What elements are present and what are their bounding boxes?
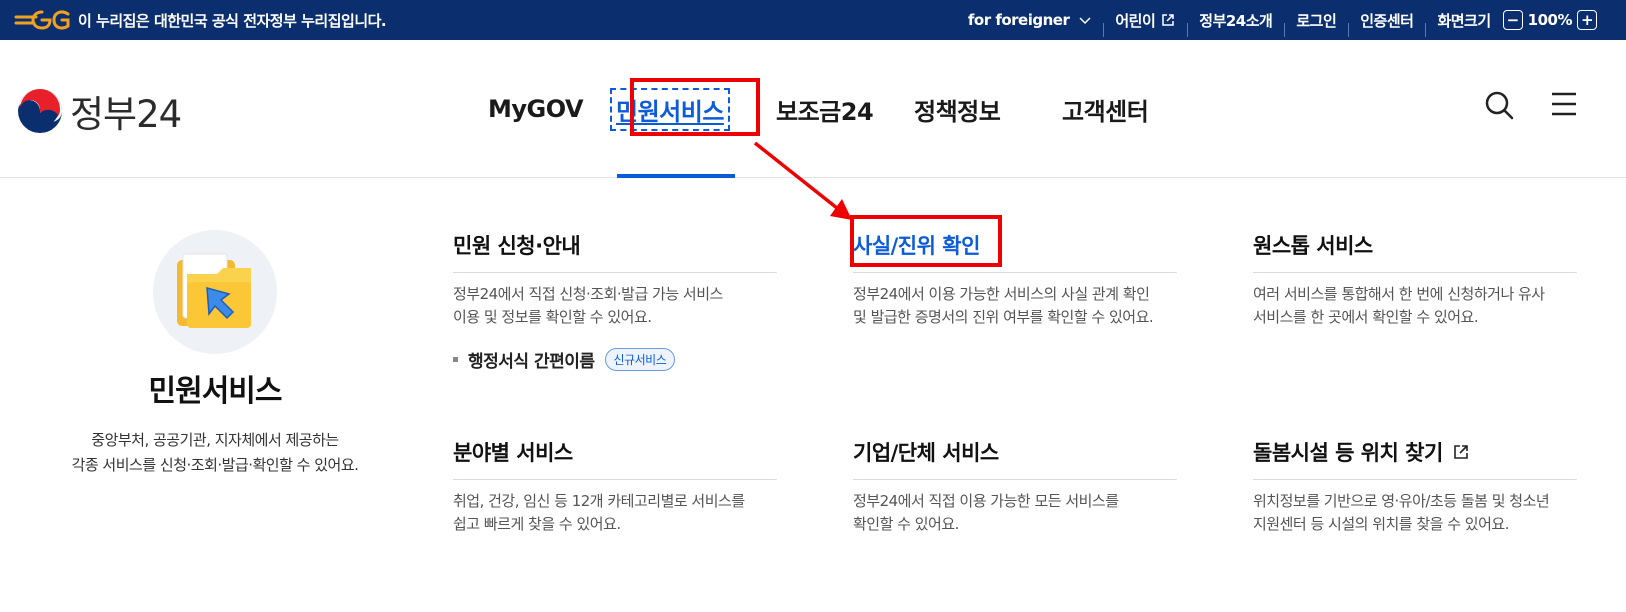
service-corp-title[interactable]: 기업/단체 서비스	[853, 437, 1177, 480]
service-onestop-desc-line2: 서비스를 한 곳에서 확인할 수 있어요.	[1253, 308, 1479, 326]
login-link[interactable]: 로그인	[1284, 10, 1348, 37]
search-icon[interactable]	[1484, 90, 1514, 120]
service-corp-desc-line2: 확인할 수 있어요.	[853, 515, 959, 533]
service-verify-desc: 정부24에서 이용 가능한 서비스의 사실 관계 확인 및 발급한 증명서의 진…	[853, 283, 1177, 329]
about-link[interactable]: 정부24소개	[1187, 10, 1284, 37]
hamburger-menu-icon[interactable]	[1550, 90, 1578, 118]
folder-cursor-illustration	[153, 230, 277, 354]
service-verify-title[interactable]: 사실/진위 확인	[853, 230, 1177, 273]
folder-icon	[177, 253, 251, 328]
service-field-desc-line1: 취업, 건강, 임신 등 12개 카테고리별로 서비스를	[453, 492, 745, 510]
screen-size-label: 화면크기	[1437, 11, 1491, 30]
for-foreigner-label: for foreigner	[967, 11, 1070, 29]
intro-desc-line2: 각종 서비스를 신청·조회·발급·확인할 수 있어요.	[71, 456, 359, 474]
annotation-arrow-icon	[753, 141, 852, 220]
service-corp: 기업/단체 서비스 정부24에서 직접 이용 가능한 모든 서비스를 확인할 수…	[853, 437, 1177, 536]
about-label: 정부24소개	[1199, 11, 1273, 30]
cert-center-link[interactable]: 인증센터	[1348, 10, 1425, 37]
external-link-icon	[1454, 445, 1468, 459]
civil-service-intro: 민원서비스 중앙부처, 공공기관, 지자체에서 제공하는 각종 서비스를 신청·…	[30, 230, 400, 478]
service-verify-desc-line1: 정부24에서 이용 가능한 서비스의 사실 관계 확인	[853, 285, 1150, 303]
service-care-desc-line1: 위치정보를 기반으로 영·유아/초등 돌봄 및 청소년	[1253, 492, 1550, 510]
service-verify-desc-line2: 및 발급한 증명서의 진위 여부를 확인할 수 있어요.	[853, 308, 1154, 326]
nav-mygov-label: MyGOV	[488, 95, 584, 123]
service-care-title[interactable]: 돌봄시설 등 위치 찾기	[1253, 437, 1577, 480]
for-foreigner-dropdown[interactable]: for foreigner	[956, 11, 1103, 29]
login-label: 로그인	[1296, 11, 1337, 30]
nav-subsidy24-label: 보조금24	[776, 97, 874, 126]
service-onestop-desc-line1: 여러 서비스를 통합해서 한 번에 신청하거나 유사	[1253, 285, 1545, 303]
new-service-badge: 신규서비스	[604, 348, 676, 371]
egov-logo-icon	[14, 10, 70, 30]
nav-policy-info-label: 정책정보	[914, 97, 1001, 126]
nav-customer-center-label: 고객센터	[1062, 97, 1149, 126]
service-care-desc: 위치정보를 기반으로 영·유아/초등 돌봄 및 청소년 지원센터 등 시설의 위…	[1253, 490, 1577, 536]
service-apply-desc: 정부24에서 직접 신청·조회·발급 가능 서비스 이용 및 정보를 확인할 수…	[453, 283, 777, 329]
service-corp-desc-line1: 정부24에서 직접 이용 가능한 모든 서비스를	[853, 492, 1119, 510]
nav-mygov[interactable]: MyGOV	[480, 40, 606, 178]
zoom-value: 100%	[1527, 11, 1573, 29]
service-care: 돌봄시설 등 위치 찾기 위치정보를 기반으로 영·유아/초등 돌봄 및 청소년…	[1253, 437, 1577, 536]
admin-form-label: 행정서식 간편이름	[468, 352, 595, 372]
kids-link[interactable]: 어린이	[1103, 10, 1187, 37]
service-care-desc-line2: 지원센터 등 시설의 위치를 찾을 수 있어요.	[1253, 515, 1509, 533]
gov-notice: 이 누리집은 대한민국 공식 전자정부 누리집입니다.	[78, 11, 387, 30]
zoom-in-button[interactable]: +	[1577, 10, 1597, 30]
external-link-icon	[1162, 14, 1175, 26]
service-apply: 민원 신청·안내 정부24에서 직접 신청·조회·발급 가능 서비스 이용 및 …	[453, 230, 777, 372]
service-field-desc-line2: 쉽고 빠르게 찾을 수 있어요.	[453, 515, 621, 533]
service-apply-title[interactable]: 민원 신청·안내	[453, 230, 777, 273]
annotation-nav-highlight	[630, 78, 760, 136]
cert-center-label: 인증센터	[1360, 11, 1414, 30]
logo-text: 정부24	[70, 93, 182, 136]
service-care-title-label: 돌봄시설 등 위치 찾기	[1253, 441, 1443, 465]
zoom-out-button[interactable]: −	[1502, 10, 1523, 30]
service-field-title[interactable]: 분야별 서비스	[453, 437, 777, 480]
intro-description: 중앙부처, 공공기관, 지자체에서 제공하는 각종 서비스를 신청·조회·발급·…	[30, 428, 400, 478]
nav-policy-info[interactable]: 정책정보	[896, 40, 1044, 178]
service-onestop-desc: 여러 서비스를 통합해서 한 번에 신청하거나 유사 서비스를 한 곳에서 확인…	[1253, 283, 1577, 329]
service-verify: 사실/진위 확인 정부24에서 이용 가능한 서비스의 사실 관계 확인 및 발…	[853, 230, 1177, 329]
gov24-logo[interactable]: 정부24	[16, 84, 182, 138]
service-onestop: 원스톱 서비스 여러 서비스를 통합해서 한 번에 신청하거나 유사 서비스를 …	[1253, 230, 1577, 329]
service-field: 분야별 서비스 취업, 건강, 임신 등 12개 카테고리별로 서비스를 쉽고 …	[453, 437, 777, 536]
intro-desc-line1: 중앙부처, 공공기관, 지자체에서 제공하는	[91, 431, 339, 449]
taegeuk-emblem-icon	[18, 89, 62, 133]
nav-customer-center[interactable]: 고객센터	[1044, 40, 1194, 178]
chevron-down-icon	[1079, 17, 1091, 25]
admin-form-link[interactable]: 행정서식 간편이름 신규서비스	[453, 347, 777, 372]
service-corp-desc: 정부24에서 직접 이용 가능한 모든 서비스를 확인할 수 있어요.	[853, 490, 1177, 536]
bullet-icon	[453, 357, 458, 362]
service-apply-desc-line1: 정부24에서 직접 신청·조회·발급 가능 서비스	[453, 285, 723, 303]
service-onestop-title[interactable]: 원스톱 서비스	[1253, 230, 1577, 273]
intro-title: 민원서비스	[148, 374, 283, 409]
screen-size-control: 화면크기 − 100% +	[1425, 10, 1614, 37]
service-field-desc: 취업, 건강, 임신 등 12개 카테고리별로 서비스를 쉽고 빠르게 찾을 수…	[453, 490, 777, 536]
gov-banner: 이 누리집은 대한민국 공식 전자정부 누리집입니다. for foreigne…	[0, 0, 1626, 40]
kids-label: 어린이	[1115, 11, 1156, 30]
service-apply-desc-line2: 이용 및 정보를 확인할 수 있어요.	[453, 308, 652, 326]
